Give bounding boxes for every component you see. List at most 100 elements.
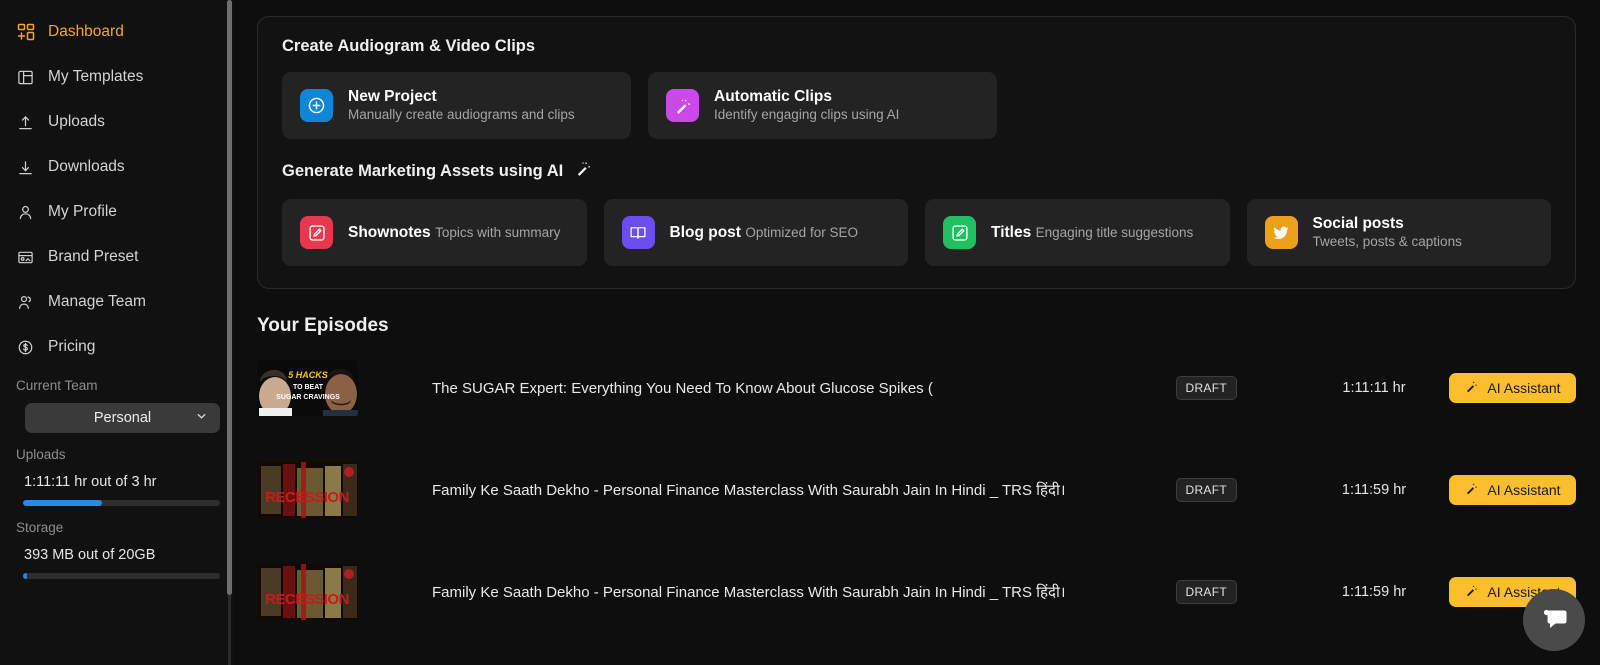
- episode-duration: 1:11:59 hr: [1341, 584, 1407, 600]
- team-icon: [16, 293, 35, 312]
- book-icon: [621, 216, 655, 249]
- magic-wand-icon: [1464, 379, 1479, 397]
- social-posts-text: Social posts Tweets, posts & captions: [1313, 214, 1534, 252]
- svg-text:5 HACKS: 5 HACKS: [288, 370, 328, 380]
- sidebar-item-pricing[interactable]: Pricing: [0, 333, 233, 361]
- magic-wand-icon: [574, 159, 593, 183]
- ai-assistant-button[interactable]: AI Assistant: [1449, 475, 1576, 505]
- user-icon: [16, 203, 35, 222]
- titles-card[interactable]: Titles Engaging title suggestions: [925, 199, 1230, 266]
- sidebar-item-dashboard[interactable]: Dashboard: [0, 18, 233, 46]
- svg-text:RECESSION: RECESSION: [265, 489, 349, 506]
- card-title: Blog post: [669, 223, 741, 241]
- main-content: Create Audiogram & Video Clips New Proje…: [233, 0, 1600, 665]
- sidebar-item-my-templates[interactable]: My Templates: [0, 63, 233, 91]
- status-badge: DRAFT: [1175, 580, 1237, 604]
- sidebar-item-label: My Profile: [48, 203, 117, 221]
- table-row[interactable]: 5 HACKS TO BEAT SUGAR CRAVINGS The SUGAR…: [257, 337, 1576, 439]
- automatic-clips-card[interactable]: Automatic Clips Identify engaging clips …: [648, 72, 997, 139]
- episode-title: The SUGAR Expert: Everything You Need To…: [432, 379, 933, 397]
- episode-thumbnail: RECESSION: [257, 564, 358, 620]
- card-subtitle: Engaging title suggestions: [1035, 224, 1194, 240]
- uploads-usage-label: Uploads: [16, 447, 66, 462]
- current-team-label: Current Team: [16, 378, 98, 393]
- sidebar-item-brand-preset[interactable]: Brand Preset: [0, 243, 233, 271]
- shownotes-card[interactable]: Shownotes Topics with summary: [282, 199, 587, 266]
- create-card-row: New Project Manually create audiograms a…: [282, 72, 1551, 139]
- storage-progress-fill: [23, 573, 27, 579]
- chat-widget-button[interactable]: [1523, 589, 1585, 651]
- brand-icon: [16, 248, 35, 267]
- sidebar-item-downloads[interactable]: Downloads: [0, 153, 233, 181]
- social-posts-card[interactable]: Social posts Tweets, posts & captions: [1246, 199, 1551, 266]
- card-subtitle: Manually create audiograms and clips: [348, 107, 575, 123]
- sidebar-scrollbar[interactable]: [226, 0, 233, 665]
- uploads-progress-fill: [23, 500, 102, 506]
- ai-assistant-button[interactable]: AI Assistant: [1449, 373, 1576, 403]
- sidebar-item-my-profile[interactable]: My Profile: [0, 198, 233, 226]
- chat-bubble-icon: [1539, 603, 1569, 638]
- templates-icon: [16, 68, 35, 87]
- card-title: Shownotes: [348, 223, 431, 241]
- episode-thumbnail: 5 HACKS TO BEAT SUGAR CRAVINGS: [257, 360, 358, 416]
- storage-usage-label: Storage: [16, 520, 64, 535]
- svg-text:RECESSION: RECESSION: [265, 591, 349, 608]
- status-badge: DRAFT: [1175, 376, 1237, 400]
- card-subtitle: Topics with summary: [435, 224, 561, 240]
- episode-title: Family Ke Saath Dekho - Personal Finance…: [432, 584, 1066, 601]
- magic-wand-icon: [1464, 583, 1479, 601]
- ai-assistant-label: AI Assistant: [1487, 380, 1561, 396]
- sidebar-item-label: Uploads: [48, 113, 105, 131]
- shownotes-text: Shownotes Topics with summary: [348, 223, 560, 242]
- sidebar-item-label: My Templates: [48, 68, 144, 86]
- uploads-progress-bar: [23, 500, 220, 506]
- card-subtitle: Optimized for SEO: [745, 224, 858, 240]
- sidebar: Dashboard My Templates Uploads Downloads…: [0, 0, 233, 665]
- table-row[interactable]: RECESSION Family Ke Saath Dekho - Person…: [257, 439, 1576, 541]
- upload-icon: [16, 113, 35, 132]
- edit-square-icon: [943, 216, 976, 249]
- create-panel: Create Audiogram & Video Clips New Proje…: [257, 16, 1576, 289]
- download-icon: [16, 158, 35, 177]
- episode-duration: 1:11:11 hr: [1342, 380, 1406, 396]
- card-title: New Project: [348, 87, 437, 105]
- card-title: Automatic Clips: [714, 87, 832, 105]
- card-subtitle: Identify engaging clips using AI: [714, 107, 900, 123]
- team-selector[interactable]: Personal: [25, 403, 220, 433]
- chevron-down-icon: [195, 410, 208, 427]
- sidebar-item-label: Downloads: [48, 158, 125, 176]
- sidebar-item-label: Dashboard: [48, 23, 124, 41]
- svg-text:SUGAR CRAVINGS: SUGAR CRAVINGS: [276, 394, 340, 401]
- scrollbar-thumb[interactable]: [227, 0, 232, 595]
- new-project-card[interactable]: New Project Manually create audiograms a…: [282, 72, 631, 139]
- sidebar-item-manage-team[interactable]: Manage Team: [0, 288, 233, 316]
- sidebar-item-uploads[interactable]: Uploads: [0, 108, 233, 136]
- magic-wand-icon: [666, 89, 699, 122]
- create-panel-title: Create Audiogram & Video Clips: [282, 37, 536, 55]
- sidebar-item-label: Manage Team: [48, 293, 146, 311]
- twitter-icon: [1264, 216, 1298, 249]
- dollar-circle-icon: [16, 338, 35, 357]
- new-project-text: New Project Manually create audiograms a…: [348, 87, 613, 125]
- table-row[interactable]: RECESSION Family Ke Saath Dekho - Person…: [257, 541, 1576, 643]
- storage-usage-value: 393 MB out of 20GB: [24, 547, 156, 563]
- blog-post-card[interactable]: Blog post Optimized for SEO: [603, 199, 908, 266]
- sidebar-item-label: Brand Preset: [48, 248, 139, 266]
- uploads-usage-value: 1:11:11 hr out of 3 hr: [24, 474, 157, 490]
- storage-progress-bar: [23, 573, 220, 579]
- episode-thumbnail: RECESSION: [257, 462, 358, 518]
- automatic-clips-text: Automatic Clips Identify engaging clips …: [714, 87, 979, 125]
- assets-section-title: Generate Marketing Assets using AI: [282, 159, 1551, 183]
- magic-wand-icon: [1464, 481, 1479, 499]
- status-badge: DRAFT: [1175, 478, 1237, 502]
- episode-title: Family Ke Saath Dekho - Personal Finance…: [432, 482, 1066, 499]
- assets-card-row: Shownotes Topics with summary Blog post …: [282, 199, 1551, 266]
- plus-circle-icon: [300, 89, 333, 122]
- page-title: Your Episodes: [257, 315, 389, 336]
- app-root: Dashboard My Templates Uploads Downloads…: [0, 0, 1600, 665]
- card-title: Titles: [991, 223, 1032, 241]
- sidebar-item-label: Pricing: [48, 338, 96, 356]
- card-title: Social posts: [1312, 214, 1404, 232]
- blog-post-text: Blog post Optimized for SEO: [670, 223, 858, 242]
- team-selector-value: Personal: [93, 410, 152, 426]
